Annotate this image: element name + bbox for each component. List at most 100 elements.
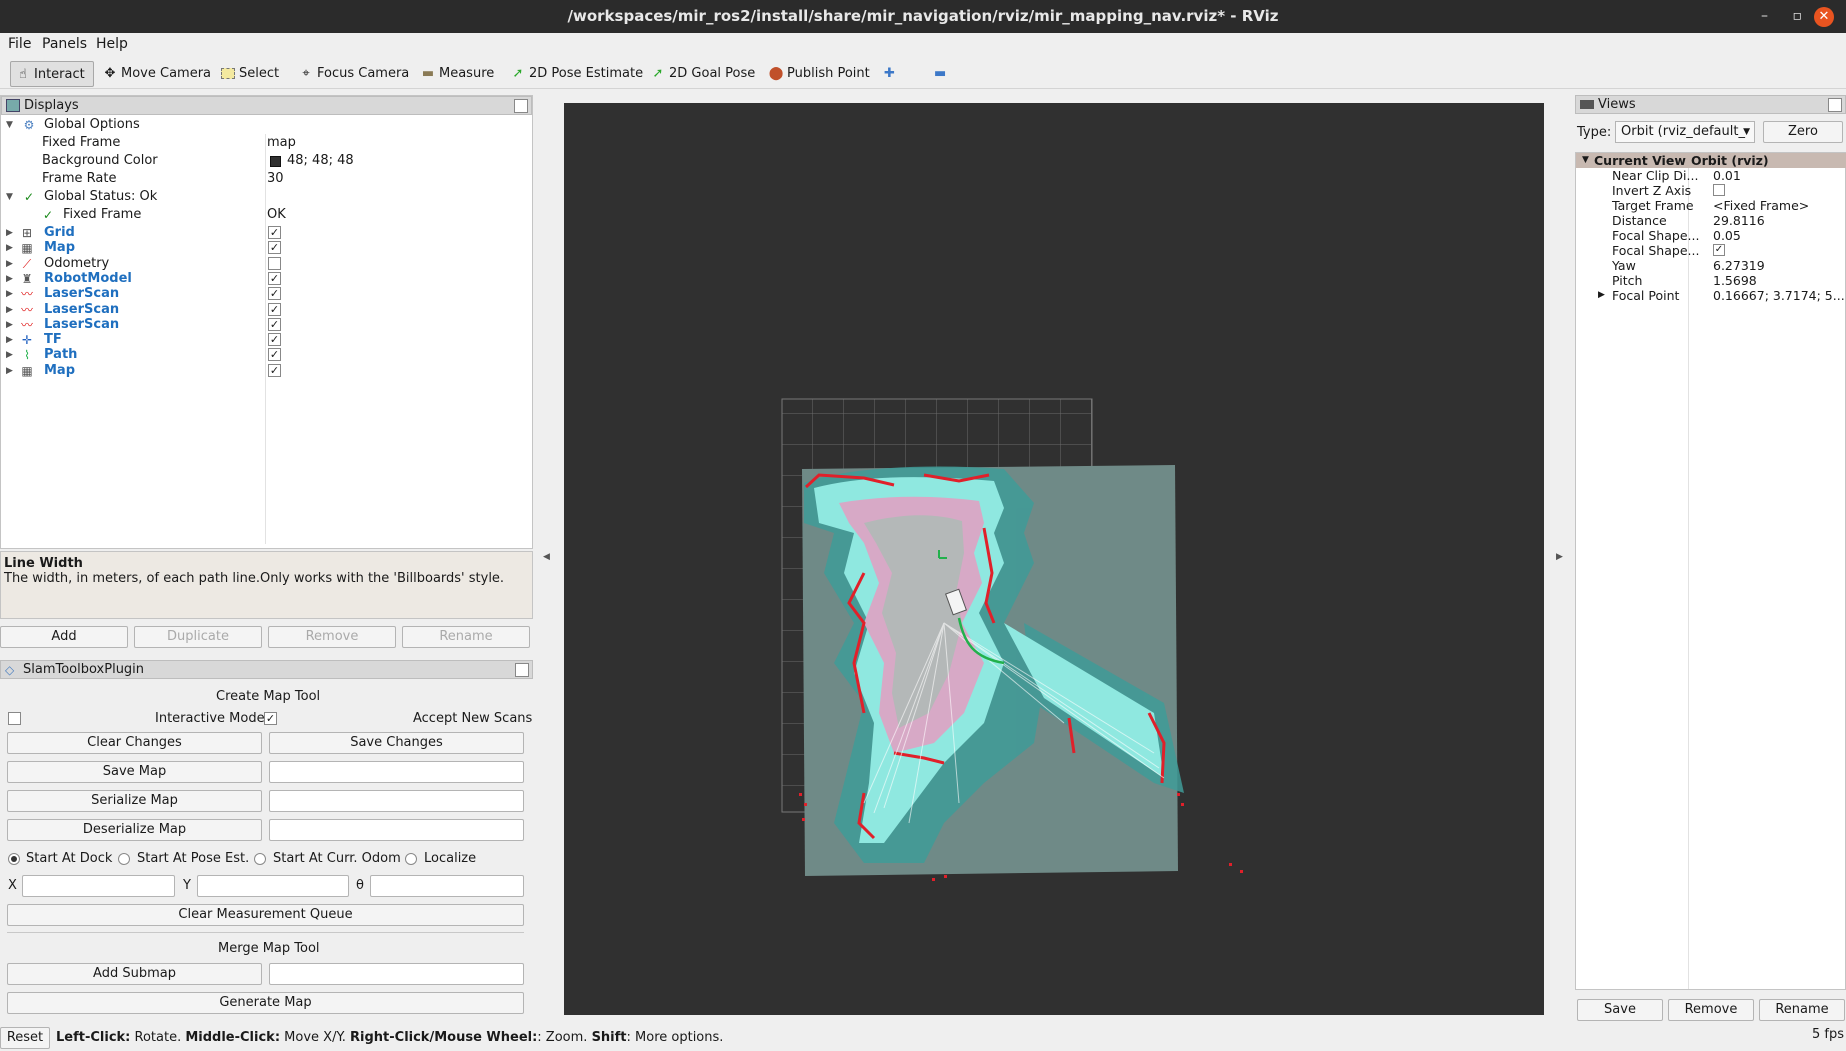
- tree-row-fixed-frame[interactable]: Fixed Frame map: [0, 134, 531, 152]
- tree-row-view-property[interactable]: Near Clip Di... 0.01: [1576, 168, 1846, 183]
- serialize-map-button[interactable]: Serialize Map: [7, 790, 262, 812]
- property-value[interactable]: 1.5698: [1713, 273, 1757, 288]
- save-map-input[interactable]: [269, 761, 524, 783]
- reset-button[interactable]: Reset: [0, 1027, 50, 1049]
- tree-row-view-property[interactable]: Pitch 1.5698: [1576, 273, 1846, 288]
- tool-2d-goal-pose[interactable]: ➚ 2D Goal Pose: [646, 61, 756, 87]
- 3d-viewport[interactable]: [564, 103, 1544, 1015]
- x-input[interactable]: [22, 875, 175, 897]
- display-enabled-checkbox[interactable]: ✓: [268, 348, 281, 362]
- clear-measurement-queue-button[interactable]: Clear Measurement Queue: [7, 904, 524, 926]
- tree-row-status-fixed-frame[interactable]: ✓ Fixed Frame OK: [0, 206, 531, 224]
- views-undock-checkbox[interactable]: [1828, 98, 1842, 112]
- tree-row-global-status[interactable]: ▼ ✓ Global Status: Ok: [0, 188, 531, 206]
- display-enabled-checkbox[interactable]: ✓: [268, 333, 281, 347]
- menu-file[interactable]: File: [8, 36, 31, 52]
- expand-arrow-icon[interactable]: ▶: [6, 362, 13, 380]
- collapse-arrow-icon[interactable]: ▼: [1582, 153, 1589, 168]
- remove-view-button[interactable]: Remove: [1668, 999, 1754, 1021]
- rename-display-button[interactable]: Rename: [402, 626, 530, 648]
- minus-icon: ▬: [934, 66, 947, 81]
- tree-row-view-property[interactable]: Yaw 6.27319: [1576, 258, 1846, 273]
- add-tool-button[interactable]: ✚: [880, 61, 895, 87]
- display-enabled-checkbox[interactable]: ✓: [268, 287, 281, 301]
- display-enabled-checkbox[interactable]: ✓: [268, 363, 281, 377]
- property-value[interactable]: 0.01: [1713, 168, 1741, 183]
- add-submap-button[interactable]: Add Submap: [7, 963, 262, 985]
- remove-display-button[interactable]: Remove: [268, 626, 396, 648]
- background-color-value[interactable]: 48; 48; 48: [287, 152, 354, 170]
- menu-panels[interactable]: Panels: [42, 36, 87, 52]
- property-value[interactable]: <Fixed Frame>: [1713, 198, 1809, 213]
- tree-row-view-property[interactable]: Focal Shape... 0.05: [1576, 228, 1846, 243]
- tree-row-background-color[interactable]: Background Color 48; 48; 48: [0, 152, 531, 170]
- localize-radio[interactable]: [405, 853, 417, 865]
- tool-publish-point[interactable]: ⬤ Publish Point: [764, 61, 870, 87]
- tool-measure[interactable]: ▬ Measure: [416, 61, 494, 87]
- collapse-arrow-icon[interactable]: ▼: [6, 188, 13, 206]
- tree-row-view-property[interactable]: Target Frame <Fixed Frame>: [1576, 198, 1846, 213]
- minimize-icon[interactable]: –: [1761, 0, 1768, 33]
- display-enabled-checkbox[interactable]: [268, 256, 281, 270]
- view-type-select[interactable]: Orbit (rviz_default_ ▼: [1615, 121, 1755, 143]
- deserialize-map-input[interactable]: [269, 819, 524, 841]
- start-at-curr-odom-radio[interactable]: [254, 853, 266, 865]
- tool-interact[interactable]: ☝ Interact: [10, 61, 94, 87]
- color-swatch[interactable]: [270, 156, 281, 167]
- y-input[interactable]: [197, 875, 349, 897]
- serialize-map-input[interactable]: [269, 790, 524, 812]
- display-enabled-checkbox[interactable]: ✓: [268, 271, 281, 285]
- displays-undock-checkbox[interactable]: [514, 99, 528, 113]
- display-enabled-checkbox[interactable]: ✓: [268, 302, 281, 316]
- submap-input[interactable]: [269, 963, 524, 985]
- tool-move-camera[interactable]: ✥ Move Camera: [98, 61, 211, 87]
- start-at-pose-est-radio[interactable]: [118, 853, 130, 865]
- collapse-right-arrow-icon[interactable]: ▶: [1556, 552, 1563, 562]
- menu-help[interactable]: Help: [96, 36, 128, 52]
- tree-row-global-options[interactable]: ▼ ⚙ Global Options: [0, 116, 531, 134]
- start-at-dock-radio[interactable]: [8, 853, 20, 865]
- property-value[interactable]: 0.16667; 3.7174; 5...: [1713, 288, 1845, 303]
- tree-row-display[interactable]: ▶ ▦ Map ✓: [0, 362, 531, 380]
- maximize-icon[interactable]: ▫: [1793, 0, 1803, 33]
- tool-focus-camera[interactable]: ⌖ Focus Camera: [294, 61, 409, 87]
- property-checkbox[interactable]: ✓: [1713, 244, 1725, 256]
- status-bar: Reset Left-Click: Rotate. Middle-Click: …: [0, 1027, 1846, 1051]
- tree-row-view-property[interactable]: Invert Z Axis: [1576, 183, 1846, 198]
- zero-button[interactable]: Zero: [1763, 121, 1843, 143]
- fixed-frame-value[interactable]: map: [267, 134, 296, 152]
- property-value[interactable]: 29.8116: [1713, 213, 1765, 228]
- remove-tool-button[interactable]: ▬: [930, 61, 946, 87]
- tree-row-view-property[interactable]: Focal Shape... ✓: [1576, 243, 1846, 258]
- theta-input[interactable]: [370, 875, 524, 897]
- rename-view-button[interactable]: Rename: [1759, 999, 1845, 1021]
- tree-row-view-property[interactable]: ▶ Focal Point 0.16667; 3.7174; 5...: [1576, 288, 1846, 303]
- save-changes-button[interactable]: Save Changes: [269, 732, 524, 754]
- property-value[interactable]: 6.27319: [1713, 258, 1765, 273]
- generate-map-button[interactable]: Generate Map: [7, 992, 524, 1014]
- clear-changes-button[interactable]: Clear Changes: [7, 732, 262, 754]
- property-value[interactable]: 0.05: [1713, 228, 1741, 243]
- slam-undock-checkbox[interactable]: [515, 663, 529, 677]
- tree-row-frame-rate[interactable]: Frame Rate 30: [0, 170, 531, 188]
- expand-arrow-icon[interactable]: ▶: [1598, 288, 1605, 303]
- add-display-button[interactable]: Add: [0, 626, 128, 648]
- display-enabled-checkbox[interactable]: ✓: [268, 226, 281, 239]
- frame-rate-value[interactable]: 30: [267, 170, 284, 188]
- save-view-button[interactable]: Save: [1577, 999, 1663, 1021]
- collapse-arrow-icon[interactable]: ▼: [6, 116, 13, 134]
- duplicate-display-button[interactable]: Duplicate: [134, 626, 262, 648]
- save-map-button[interactable]: Save Map: [7, 761, 262, 783]
- property-checkbox[interactable]: [1713, 184, 1725, 196]
- tool-2d-pose-estimate[interactable]: ➚ 2D Pose Estimate: [506, 61, 644, 87]
- tool-select[interactable]: Select: [216, 61, 279, 87]
- deserialize-map-button[interactable]: Deserialize Map: [7, 819, 262, 841]
- collapse-left-arrow-icon[interactable]: ◀: [543, 552, 550, 562]
- tree-row-view-property[interactable]: Distance 29.8116: [1576, 213, 1846, 228]
- tree-row-current-view[interactable]: ▼ Current View Orbit (rviz): [1576, 153, 1846, 168]
- display-enabled-checkbox[interactable]: ✓: [268, 241, 281, 255]
- display-enabled-checkbox[interactable]: ✓: [268, 317, 281, 331]
- close-icon[interactable]: ✕: [1814, 7, 1834, 27]
- interactive-mode-checkbox[interactable]: [8, 712, 21, 725]
- accept-new-scans-checkbox[interactable]: ✓: [264, 712, 277, 725]
